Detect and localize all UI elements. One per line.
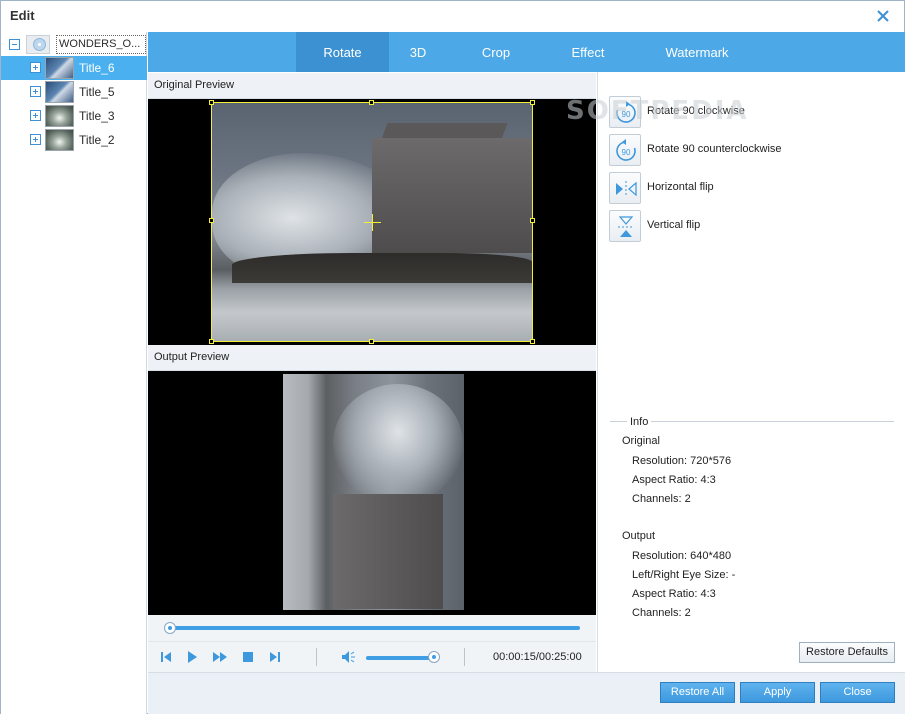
separator	[464, 648, 465, 666]
crop-handle[interactable]	[530, 218, 535, 223]
restore-all-button[interactable]: Restore All	[660, 682, 735, 703]
rotate-panel: 90 Rotate 90 clockwise 90 Rotate 90 coun…	[597, 72, 905, 672]
title-bar: Edit	[1, 1, 904, 32]
rotate-counterclockwise-button[interactable]: 90 Rotate 90 counterclockwise	[609, 134, 889, 166]
tab-watermark[interactable]: Watermark	[645, 32, 749, 72]
seek-slider-thumb[interactable]	[164, 622, 176, 634]
expand-icon[interactable]	[30, 110, 41, 121]
tree-root-label: WONDERS_O...	[56, 35, 146, 54]
crop-handle[interactable]	[209, 100, 214, 105]
edit-window: Edit WONDERS_O... Title_6 Title_5 Title_…	[0, 0, 905, 714]
volume-slider-thumb[interactable]	[428, 651, 441, 663]
volume-slider[interactable]	[366, 656, 436, 660]
skip-forward-icon[interactable]	[267, 649, 283, 665]
crop-handle[interactable]	[530, 100, 535, 105]
tree-item-label: Title_5	[79, 85, 115, 99]
info-output-aspect: Aspect Ratio: 4:3	[632, 588, 716, 600]
output-preview	[148, 371, 596, 615]
expand-icon[interactable]	[30, 86, 41, 97]
info-original-heading: Original	[622, 435, 660, 447]
separator	[316, 648, 317, 666]
expand-icon[interactable]	[30, 62, 41, 73]
seek-track[interactable]	[170, 626, 580, 630]
vertical-flip-button[interactable]: Vertical flip	[609, 210, 889, 242]
output-video-frame	[283, 374, 464, 610]
crop-handle[interactable]	[209, 218, 214, 223]
horizontal-flip-icon	[616, 181, 637, 197]
vertical-flip-label: Vertical flip	[647, 219, 701, 231]
title-thumbnail	[45, 57, 74, 79]
title-thumbnail	[45, 105, 74, 127]
apply-button[interactable]: Apply	[740, 682, 815, 703]
window-title: Edit	[10, 8, 35, 23]
tree-item-title-3[interactable]: Title_3	[1, 104, 147, 128]
title-thumbnail	[45, 129, 74, 151]
tree-item-title-6[interactable]: Title_6	[1, 56, 147, 80]
disc-icon	[26, 35, 50, 54]
info-divider	[610, 421, 894, 422]
tree-item-title-5[interactable]: Title_5	[1, 80, 147, 104]
title-thumbnail	[45, 81, 74, 103]
original-preview	[148, 99, 596, 345]
svg-text:90: 90	[622, 148, 631, 157]
stop-icon[interactable]	[240, 649, 256, 665]
crop-handle[interactable]	[209, 339, 214, 344]
horizontal-flip-button[interactable]: Horizontal flip	[609, 172, 889, 204]
edit-tabs: Rotate 3D Crop Effect Watermark	[148, 32, 905, 72]
tab-3d[interactable]: 3D	[389, 32, 447, 72]
close-icon[interactable]	[872, 5, 894, 27]
play-icon[interactable]	[184, 649, 200, 665]
tab-effect[interactable]: Effect	[545, 32, 631, 72]
tree-item-label: Title_6	[79, 61, 115, 75]
output-preview-header: Output Preview	[148, 345, 596, 371]
tree-item-label: Title_3	[79, 109, 115, 123]
output-preview-label: Output Preview	[154, 351, 230, 363]
tree-item-label: Title_2	[79, 133, 115, 147]
fast-forward-icon[interactable]	[212, 649, 228, 665]
rotate-counterclockwise-label: Rotate 90 counterclockwise	[647, 143, 782, 155]
tree-item-title-2[interactable]: Title_2	[1, 128, 147, 152]
crop-handle[interactable]	[369, 339, 374, 344]
skip-back-icon[interactable]	[158, 649, 174, 665]
original-preview-label: Original Preview	[154, 79, 235, 91]
crop-handle[interactable]	[369, 100, 374, 105]
info-output-heading: Output	[622, 530, 656, 542]
expand-icon[interactable]	[30, 134, 41, 145]
info-output-eye-size: Left/Right Eye Size: -	[632, 569, 736, 581]
title-tree: WONDERS_O... Title_6 Title_5 Title_3 Tit…	[1, 32, 147, 714]
horizontal-flip-label: Horizontal flip	[647, 181, 714, 193]
tree-root[interactable]: WONDERS_O...	[1, 33, 147, 55]
info-title: Info	[627, 416, 652, 428]
tab-rotate[interactable]: Rotate	[296, 32, 389, 72]
vertical-flip-icon	[618, 216, 634, 237]
softpedia-watermark: SOFTPEDIA	[566, 96, 749, 126]
info-original-channels: Channels: 2	[632, 493, 691, 505]
timecode: 00:00:15/00:25:00	[493, 651, 582, 663]
info-original-resolution: Resolution: 720*576	[632, 455, 732, 467]
crop-frame[interactable]	[211, 102, 533, 342]
info-output-resolution: Resolution: 640*480	[632, 550, 732, 562]
playback-controls: 00:00:15/00:25:00	[148, 641, 596, 672]
volume-icon[interactable]	[340, 649, 356, 665]
close-button[interactable]: Close	[820, 682, 895, 703]
seek-bar	[148, 615, 596, 641]
tab-crop[interactable]: Crop	[457, 32, 535, 72]
rotate-counterclockwise-icon: 90	[616, 139, 636, 161]
collapse-icon[interactable]	[9, 39, 20, 50]
crop-handle[interactable]	[530, 339, 535, 344]
restore-defaults-button[interactable]: Restore Defaults	[799, 642, 895, 663]
original-preview-header: Original Preview	[148, 73, 596, 99]
info-original-aspect: Aspect Ratio: 4:3	[632, 474, 716, 486]
info-output-channels: Channels: 2	[632, 607, 691, 619]
